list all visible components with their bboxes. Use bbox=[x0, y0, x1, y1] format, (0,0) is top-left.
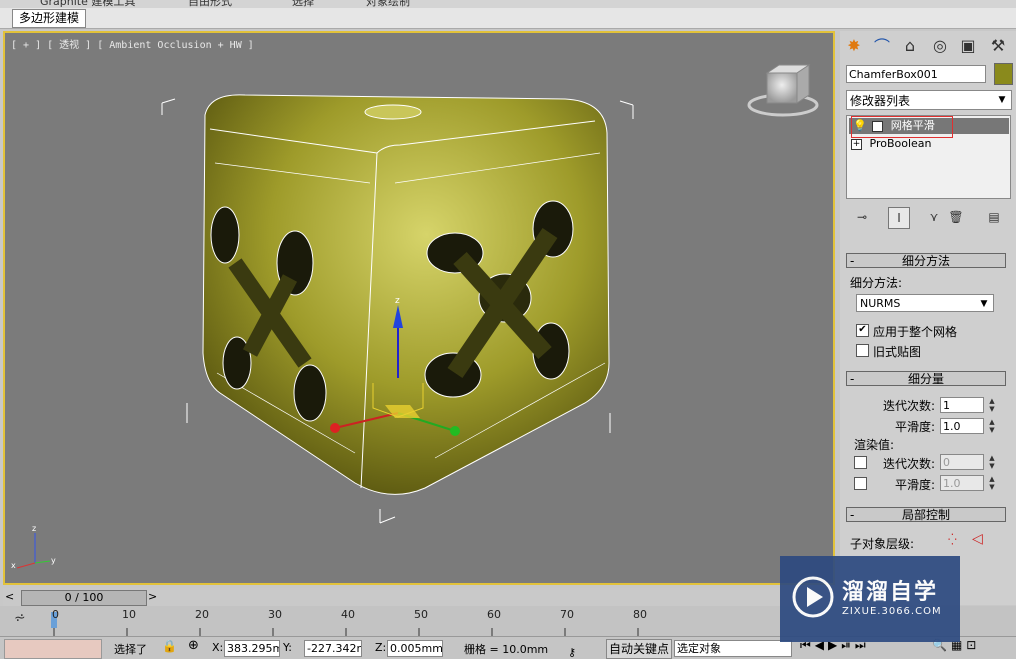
y-coordinate-label: Y: bbox=[283, 641, 292, 654]
display-tab-icon[interactable]: ▣ bbox=[956, 33, 980, 57]
motion-tab-icon[interactable]: ◎ bbox=[928, 33, 952, 57]
time-slider[interactable]: < 0 / 100 > bbox=[3, 588, 837, 606]
watermark-overlay: 溜溜自学 ZIXUE.3066.COM bbox=[780, 556, 960, 642]
expand-icon[interactable]: + bbox=[851, 138, 862, 150]
rollout-subdivision-amount[interactable]: - 细分量 bbox=[846, 371, 1006, 386]
play-logo-icon bbox=[792, 576, 834, 618]
tick-label: 60 bbox=[487, 608, 501, 621]
tick-label: 30 bbox=[268, 608, 282, 621]
selected-object-value: 选定对象 bbox=[677, 642, 721, 655]
old-style-mapping-label: 旧式贴图 bbox=[873, 345, 922, 359]
grid-size-display: 栅格 = 10.0mm bbox=[464, 643, 549, 656]
render-iterations-spinner[interactable]: 0 bbox=[940, 454, 984, 470]
modify-tab-icon[interactable]: ⌒ bbox=[870, 33, 894, 57]
render-values-label: 渲染值: bbox=[854, 438, 895, 452]
ribbon-sub-row bbox=[0, 8, 1016, 29]
watermark-title: 溜溜自学 bbox=[842, 580, 939, 605]
hierarchy-tab-icon[interactable]: ⌂ bbox=[898, 33, 922, 57]
smoothness-label: 平滑度: bbox=[895, 420, 936, 434]
pin-stack-icon[interactable]: ⊸ bbox=[852, 207, 872, 227]
modifier-stack[interactable]: 💡 + 网格平滑 + ProBoolean bbox=[846, 115, 1011, 199]
render-smoothness-label: 平滑度: bbox=[895, 478, 936, 492]
y-coordinate-field[interactable]: -227.342mm bbox=[304, 640, 362, 657]
remove-modifier-icon[interactable]: 🗑 bbox=[946, 207, 966, 227]
subdiv-method-label: 细分方法: bbox=[850, 276, 903, 290]
selected-object-select[interactable]: 选定对象 bbox=[674, 640, 792, 657]
modifier-list-label: 修改器列表 bbox=[850, 94, 911, 108]
render-iterations-checkbox[interactable] bbox=[854, 456, 867, 469]
tick-label: 20 bbox=[195, 608, 209, 621]
perspective-viewport[interactable]: [ + ] [ 透视 ] [ Ambient Occlusion + HW ] bbox=[3, 31, 835, 585]
selection-status: 选择了 bbox=[114, 643, 147, 656]
vertex-mode-icon[interactable]: ⁛ bbox=[948, 533, 957, 546]
tick-label: 80 bbox=[633, 608, 647, 621]
axis-tripod: z x y bbox=[11, 524, 56, 570]
lock-icon[interactable]: 🔒 bbox=[162, 639, 177, 653]
object-name-field[interactable]: ChamferBox001 bbox=[846, 65, 986, 83]
edge-mode-icon[interactable]: ◁ bbox=[972, 531, 983, 547]
transform-mode-icon[interactable]: ⊕ bbox=[188, 638, 199, 653]
z-coordinate-label: Z: bbox=[375, 641, 387, 654]
mini-curve-editor-icon[interactable]: ⩫ bbox=[14, 610, 26, 626]
prev-frame-icon[interactable]: < bbox=[5, 590, 14, 603]
watermark-url: ZIXUE.3066.COM bbox=[842, 606, 942, 617]
create-tab-icon[interactable]: ✸ bbox=[842, 33, 866, 57]
render-smoothness-checkbox[interactable] bbox=[854, 477, 867, 490]
tripod-y-label: y bbox=[51, 556, 56, 565]
make-unique-icon[interactable]: ⋎ bbox=[924, 207, 944, 227]
highlight-box bbox=[851, 116, 953, 138]
old-style-mapping-checkbox[interactable] bbox=[856, 344, 869, 357]
rollout-local-control[interactable]: - 局部控制 bbox=[846, 507, 1006, 522]
object-color-swatch[interactable] bbox=[994, 63, 1013, 85]
spinner-arrows-icon[interactable]: ▲ ▼ bbox=[987, 454, 997, 470]
time-slider-thumb[interactable]: 0 / 100 bbox=[21, 590, 147, 606]
iterations-spinner[interactable]: 1 bbox=[940, 397, 984, 413]
auto-key-button[interactable]: 自动关键点 bbox=[606, 639, 672, 659]
command-panel: ✸ ⌒ ⌂ ◎ ▣ ⚒ ChamferBox001 修改器列表 ▼ 💡 + 网格… bbox=[840, 31, 1016, 605]
spinner-arrows-icon[interactable]: ▲ ▼ bbox=[987, 475, 997, 491]
z-coordinate-field[interactable]: 0.005mm bbox=[387, 640, 443, 657]
smoothness-spinner[interactable]: 1.0 bbox=[940, 418, 984, 434]
modifier-list-dropdown[interactable]: 修改器列表 ▼ bbox=[846, 90, 1012, 110]
chamfer-box-mesh bbox=[202, 94, 610, 495]
subdiv-method-value: NURMS bbox=[860, 297, 901, 310]
x-coordinate-field[interactable]: 383.295mm bbox=[224, 640, 280, 657]
sub-object-level-label: 子对象层级: bbox=[850, 537, 915, 551]
chevron-down-icon: ▼ bbox=[980, 299, 988, 309]
utilities-tab-icon[interactable]: ⚒ bbox=[986, 33, 1010, 57]
tick-label: 70 bbox=[560, 608, 574, 621]
show-end-result-icon[interactable]: Ⅰ bbox=[888, 207, 910, 229]
viewcube-navigator bbox=[747, 64, 819, 117]
tick-label: 40 bbox=[341, 608, 355, 621]
rollout-subdivision-method[interactable]: - 细分方法 bbox=[846, 253, 1006, 268]
tick-label: 50 bbox=[414, 608, 428, 621]
spinner-arrows-icon[interactable]: ▲ ▼ bbox=[987, 397, 997, 413]
render-smoothness-spinner[interactable]: 1.0 bbox=[940, 475, 984, 491]
next-frame-icon[interactable]: > bbox=[148, 590, 157, 603]
poly-modeling-tab[interactable]: 多边形建模 bbox=[12, 9, 87, 28]
stack-item-label: ProBoolean bbox=[869, 137, 932, 150]
gizmo-z-label: z bbox=[395, 296, 400, 306]
tick-label: 10 bbox=[122, 608, 136, 621]
key-icon[interactable]: ⚷ bbox=[568, 646, 576, 659]
subdiv-method-select[interactable]: NURMS ▼ bbox=[856, 294, 994, 312]
maxscript-listener[interactable] bbox=[4, 639, 102, 659]
tripod-x-label: x bbox=[11, 561, 16, 570]
configure-sets-icon[interactable]: ▤ bbox=[984, 207, 1004, 227]
apply-whole-mesh-label: 应用于整个网格 bbox=[873, 325, 958, 339]
stack-item-proboolean[interactable]: + ProBoolean bbox=[849, 136, 1009, 152]
spinner-arrows-icon[interactable]: ▲ ▼ bbox=[987, 418, 997, 434]
tripod-z-label: z bbox=[32, 524, 36, 533]
stack-toolbar: ⊸ Ⅰ ⋎ 🗑 ▤ bbox=[846, 207, 1012, 229]
chevron-down-icon: ▼ bbox=[998, 95, 1006, 105]
render-iterations-label: 迭代次数: bbox=[883, 457, 936, 471]
scene-canvas: z z x y bbox=[11, 64, 819, 570]
x-coordinate-label: X: bbox=[212, 641, 224, 654]
apply-whole-mesh-checkbox[interactable]: ✔ bbox=[856, 324, 869, 337]
tick-label: 0 bbox=[52, 608, 59, 621]
iterations-label: 迭代次数: bbox=[883, 399, 936, 413]
